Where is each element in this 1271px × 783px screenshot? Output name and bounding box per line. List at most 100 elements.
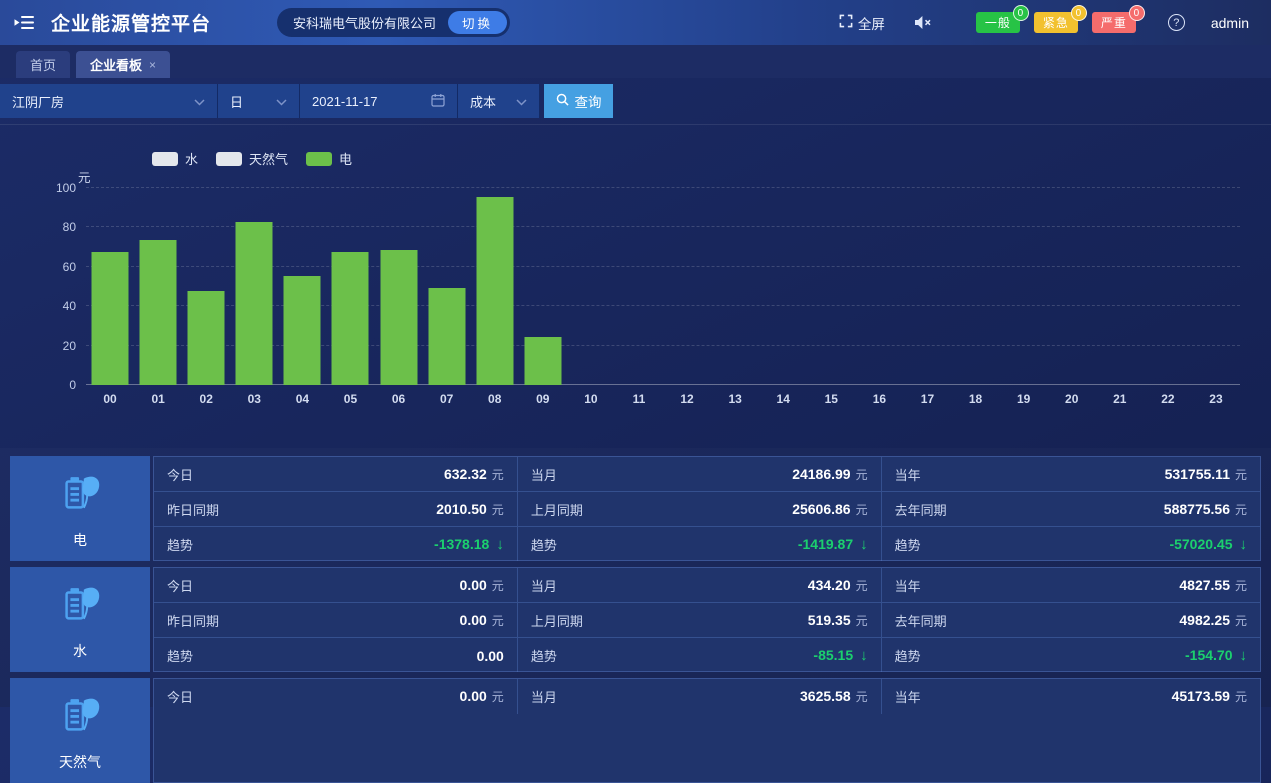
table-cell: 趋势-85.15↓	[518, 638, 882, 672]
cell-label: 昨日同期	[167, 500, 219, 519]
x-axis-tick: 04	[296, 392, 309, 406]
cell-unit: 元	[856, 612, 868, 629]
table-cell: 当年 531755.11元	[882, 457, 1260, 492]
cell-label: 当年	[895, 576, 921, 595]
help-icon[interactable]: ?	[1168, 14, 1185, 31]
trend-down-arrow-icon: ↓	[860, 536, 868, 553]
mute-speaker-icon[interactable]	[915, 15, 932, 30]
table-cell: 趋势-57020.45↓	[882, 527, 1260, 561]
alarm-badge[interactable]: 紧急0	[1034, 12, 1078, 33]
cell-unit: 元	[1235, 501, 1247, 518]
legend-item-电[interactable]: 电	[306, 149, 352, 168]
legend-item-天然气[interactable]: 天然气	[216, 149, 288, 168]
company-selector: 安科瑞电气股份有限公司 切换	[277, 8, 510, 37]
x-axis-tick: 17	[921, 392, 934, 406]
bar-电-02	[188, 291, 225, 385]
x-axis-tick: 02	[200, 392, 213, 406]
legend-label: 电	[339, 149, 352, 168]
energy-cost-chart: 水天然气电 元 02040608010000010203040506070809…	[0, 125, 1271, 447]
search-icon	[556, 93, 569, 109]
x-axis-tick: 07	[440, 392, 453, 406]
cell-label: 今日	[167, 465, 193, 484]
x-axis-tick: 12	[680, 392, 693, 406]
legend-swatch	[306, 152, 332, 166]
table-cell: 今日632.32元	[154, 457, 518, 492]
cell-unit: 元	[492, 688, 504, 705]
table-cell: 去年同期588775.56元	[882, 492, 1260, 527]
y-axis-tick: 80	[63, 220, 76, 234]
table-cell: 上月同期519.35元	[518, 603, 882, 638]
cell-value: -1419.87↓	[798, 536, 868, 553]
x-axis-tick: 16	[873, 392, 886, 406]
cell-value: 531755.11元	[1165, 466, 1247, 483]
alarm-count-badge: 0	[1013, 5, 1029, 21]
energy-tile: 电	[10, 456, 150, 561]
table-cell: 当月24186.99元	[518, 457, 882, 492]
bar-电-04	[284, 276, 321, 385]
x-axis-tick: 19	[1017, 392, 1030, 406]
x-axis-tick: 06	[392, 392, 405, 406]
x-axis-tick: 00	[103, 392, 116, 406]
energy-type-label: 水	[10, 641, 150, 661]
table-cell: 去年同期4982.25元	[882, 603, 1260, 638]
cell-unit: 元	[492, 612, 504, 629]
cell-label: 上月同期	[531, 500, 583, 519]
user-menu[interactable]: admin	[1211, 15, 1249, 31]
tab-首页[interactable]: 首页	[16, 51, 70, 78]
tab-企业看板[interactable]: 企业看板×	[76, 51, 170, 78]
switch-company-button[interactable]: 切换	[448, 11, 507, 34]
table-cell: 昨日同期2010.50元	[154, 492, 518, 527]
y-axis-tick: 100	[56, 181, 76, 195]
search-button-label: 查询	[575, 91, 602, 111]
fullscreen-label: 全屏	[858, 13, 885, 33]
search-button[interactable]: 查询	[544, 84, 613, 118]
table-cell: 今日0.00元	[154, 568, 518, 603]
x-axis-tick: 21	[1113, 392, 1126, 406]
alarm-badge[interactable]: 一般0	[976, 12, 1020, 33]
x-axis-tick: 18	[969, 392, 982, 406]
battery-leaf-icon	[57, 469, 103, 520]
bar-电-00	[92, 252, 129, 385]
x-axis-tick: 11	[633, 392, 646, 406]
cell-value: 588775.56元	[1164, 501, 1247, 518]
table-cell: 上月同期 25606.86元	[518, 492, 882, 527]
x-axis-tick: 09	[536, 392, 549, 406]
alarm-badge[interactable]: 严重0	[1092, 12, 1136, 33]
x-axis-tick: 13	[728, 392, 741, 406]
cell-label: 趋势	[531, 646, 557, 665]
cell-label: 趋势	[167, 535, 193, 554]
chevron-down-icon	[516, 94, 527, 109]
metric-select-value: 成本	[470, 92, 496, 111]
trend-down-arrow-icon: ↓	[496, 536, 504, 553]
cell-label: 当年	[895, 465, 921, 484]
collapse-menu-icon[interactable]	[14, 14, 35, 31]
x-axis-tick: 20	[1065, 392, 1078, 406]
y-axis-tick: 40	[63, 299, 76, 313]
metric-select[interactable]: 成本	[458, 84, 540, 118]
close-tab-icon[interactable]: ×	[149, 58, 156, 72]
cell-value: -57020.45↓	[1169, 536, 1247, 553]
cell-value: 45173.59元	[1172, 688, 1247, 705]
site-select-value: 江阴厂房	[12, 92, 64, 111]
bar-电-05	[332, 252, 369, 385]
cell-value: 25606.86元	[792, 501, 867, 518]
legend-item-水[interactable]: 水	[152, 149, 198, 168]
cell-unit: 元	[492, 501, 504, 518]
period-select[interactable]: 日	[218, 84, 300, 118]
cell-value: 0.00元	[460, 612, 504, 629]
alarm-badges: 一般0 紧急0 严重0	[976, 12, 1136, 33]
energy-values-grid: 今日0.00元当月434.20元当年4827.55元昨日同期0.00元上月同期5…	[153, 567, 1261, 672]
fullscreen-button[interactable]: 全屏	[839, 13, 885, 33]
date-picker[interactable]: 2021-11-17	[300, 84, 458, 118]
legend-swatch	[152, 152, 178, 166]
cell-value: 4982.25元	[1179, 612, 1247, 629]
calendar-icon	[431, 93, 445, 110]
site-select[interactable]: 江阴厂房	[0, 84, 218, 118]
cell-label: 今日	[167, 687, 193, 706]
trend-down-arrow-icon: ↓	[860, 647, 868, 664]
chart-plot: 0204060801000001020304050607080910111213…	[86, 188, 1240, 385]
cell-unit: 元	[492, 577, 504, 594]
energy-type-label: 天然气	[10, 752, 150, 772]
x-axis-tick: 01	[151, 392, 164, 406]
energy-row-天然气: 天然气今日0.00元当月3625.58元当年45173.59元	[10, 678, 1261, 783]
